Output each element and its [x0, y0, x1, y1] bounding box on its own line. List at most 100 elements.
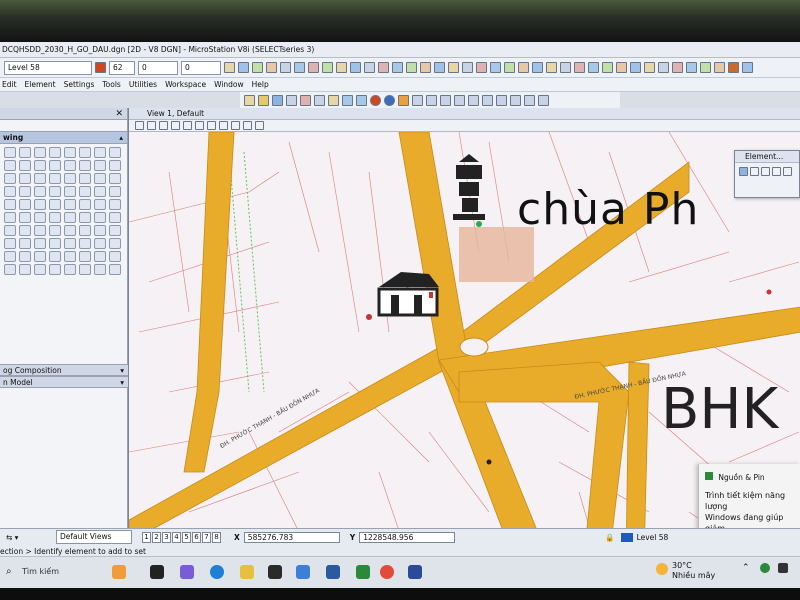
drawing-tool-icon[interactable]	[4, 225, 16, 236]
weather-desc[interactable]: Nhiều mây	[672, 571, 715, 580]
tool-icon-10[interactable]	[350, 62, 361, 73]
snap-icon[interactable]	[398, 94, 409, 106]
drawing-tool-icon[interactable]	[79, 212, 91, 223]
drawing-tool-icon[interactable]	[109, 199, 121, 210]
drawing-tool-icon[interactable]	[79, 264, 91, 275]
drawing-tool-icon[interactable]	[64, 212, 76, 223]
cut-icon[interactable]	[300, 94, 311, 106]
tool-icon-13[interactable]	[392, 62, 403, 73]
copy-icon[interactable]	[314, 94, 325, 106]
level-combo[interactable]: Level 58	[4, 60, 92, 75]
undo-icon[interactable]	[342, 94, 353, 106]
drawing-tool-icon[interactable]	[79, 238, 91, 249]
drawing-tool-icon[interactable]	[4, 173, 16, 184]
weather-icon[interactable]	[656, 563, 668, 575]
tool-icon-17[interactable]	[448, 62, 459, 73]
drawing-tool-icon[interactable]	[109, 251, 121, 262]
tool-icon-16[interactable]	[434, 62, 445, 73]
drawing-tool-icon[interactable]	[19, 199, 31, 210]
tool-icon-1[interactable]	[224, 62, 235, 73]
drawing-tool-icon[interactable]	[94, 212, 106, 223]
drawing-tool-icon[interactable]	[109, 212, 121, 223]
help-icon[interactable]	[384, 94, 395, 106]
save-icon[interactable]	[272, 94, 283, 106]
search-icon[interactable]: ⌕	[6, 566, 12, 577]
drawing-tool-icon[interactable]	[64, 238, 76, 249]
view-previous-icon[interactable]	[231, 121, 240, 130]
weight-combo[interactable]: 0	[138, 60, 178, 75]
tool-icon-35[interactable]	[700, 62, 711, 73]
drawing-tool-icon[interactable]	[4, 238, 16, 249]
tool-icon-22[interactable]	[518, 62, 529, 73]
drawing-tool-icon[interactable]	[64, 225, 76, 236]
tool-icon-a[interactable]	[412, 94, 423, 106]
lock-icon[interactable]: 🔒	[605, 533, 614, 542]
drawing-tool-icon[interactable]	[34, 212, 46, 223]
update-view-icon[interactable]	[147, 121, 156, 130]
drawing-tool-icon[interactable]	[49, 251, 61, 262]
file-explorer-icon[interactable]	[240, 565, 254, 579]
tool-icon-f[interactable]	[482, 94, 493, 106]
drawing-tool-icon[interactable]	[4, 147, 16, 158]
drawing-tool-icon[interactable]	[94, 186, 106, 197]
menu-window[interactable]: Window	[214, 80, 244, 89]
rotate-view-icon[interactable]	[207, 121, 216, 130]
tool-icon-32[interactable]	[658, 62, 669, 73]
tool-icon-12[interactable]	[378, 62, 389, 73]
menu-tools[interactable]: Tools	[102, 80, 120, 89]
tool-icon-h[interactable]	[510, 94, 521, 106]
tool-icon-11[interactable]	[364, 62, 375, 73]
select-mode-icon[interactable]	[750, 167, 759, 176]
tool-icon-9[interactable]	[336, 62, 347, 73]
chevron-up-icon[interactable]: ⌃	[742, 563, 750, 573]
window-area-icon[interactable]	[183, 121, 192, 130]
drawing-tool-icon[interactable]	[49, 147, 61, 158]
tool-icon-18[interactable]	[462, 62, 473, 73]
drawing-tool-icon[interactable]	[19, 238, 31, 249]
menu-edit[interactable]: Edit	[2, 80, 17, 89]
open-folder-icon[interactable]	[258, 94, 269, 106]
tool-icon-30[interactable]	[630, 62, 641, 73]
tool-icon-37[interactable]	[742, 62, 753, 73]
drawing-tool-icon[interactable]	[34, 199, 46, 210]
drawing-tool-icon[interactable]	[34, 225, 46, 236]
tool-icon-26[interactable]	[574, 62, 585, 73]
drawing-tool-icon[interactable]	[49, 225, 61, 236]
print-icon[interactable]	[286, 94, 297, 106]
tool-icon-g[interactable]	[496, 94, 507, 106]
view-button-8[interactable]: 8	[212, 531, 221, 543]
drawing-tool-icon[interactable]	[64, 160, 76, 171]
expand-icon[interactable]: ▾	[120, 377, 124, 388]
drawing-tool-icon[interactable]	[49, 264, 61, 275]
drawing-tool-icon[interactable]	[4, 160, 16, 171]
view-next-icon[interactable]	[243, 121, 252, 130]
fit-view-icon[interactable]	[195, 121, 204, 130]
drawing-tool-icon[interactable]	[79, 225, 91, 236]
network-icon[interactable]	[778, 563, 788, 573]
app-icon[interactable]	[296, 565, 310, 579]
tool-icon-34[interactable]	[686, 62, 697, 73]
drawing-tool-icon[interactable]	[109, 186, 121, 197]
tool-icon-21[interactable]	[504, 62, 515, 73]
drawing-tool-icon[interactable]	[4, 251, 16, 262]
tray-icon[interactable]	[760, 563, 770, 573]
tool-icon-5[interactable]	[280, 62, 291, 73]
drawing-tool-icon[interactable]	[94, 225, 106, 236]
drawing-tool-icon[interactable]	[49, 199, 61, 210]
zoom-out-icon[interactable]	[171, 121, 180, 130]
tool-icon-3[interactable]	[252, 62, 263, 73]
tool-icon-7[interactable]	[308, 62, 319, 73]
color-swatch-icon[interactable]	[95, 62, 106, 73]
tool-icon-6[interactable]	[294, 62, 305, 73]
paste-icon[interactable]	[328, 94, 339, 106]
select-mode-icon[interactable]	[772, 167, 781, 176]
tool-icon-15[interactable]	[420, 62, 431, 73]
model-section[interactable]: n Model ▾	[0, 376, 128, 388]
menu-utilities[interactable]: Utilities	[129, 80, 157, 89]
drawing-tool-icon[interactable]	[79, 199, 91, 210]
display-style-icon[interactable]	[255, 121, 264, 130]
style-combo[interactable]: 0	[181, 60, 221, 75]
drawing-tool-icon[interactable]	[109, 264, 121, 275]
x-coordinate[interactable]: 585276.783	[243, 531, 340, 543]
tool-icon-b[interactable]	[426, 94, 437, 106]
